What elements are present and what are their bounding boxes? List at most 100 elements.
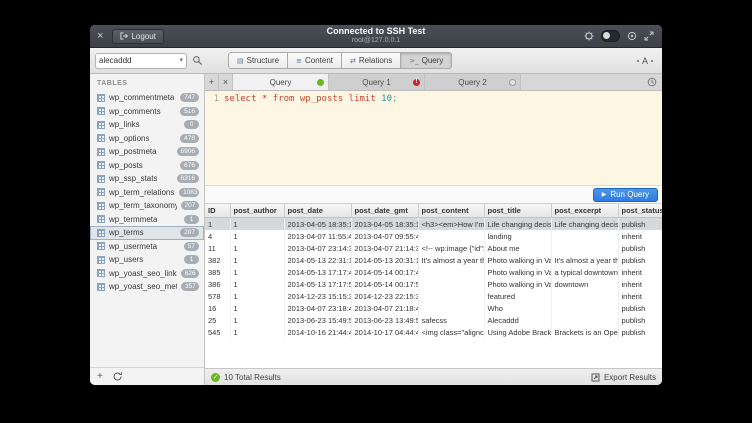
history-icon[interactable] bbox=[647, 77, 657, 87]
table-cell[interactable] bbox=[551, 302, 618, 314]
table-cell[interactable]: 1 bbox=[230, 314, 284, 326]
sidebar-item-wp_terms[interactable]: wp_terms207 bbox=[90, 226, 204, 240]
close-tab-button[interactable]: × bbox=[219, 74, 233, 90]
table-cell[interactable]: 1 bbox=[230, 242, 284, 254]
sidebar-item-wp_yoast_seo_meta[interactable]: wp_yoast_seo_meta357 bbox=[90, 280, 204, 294]
tab-query[interactable]: Query bbox=[233, 74, 329, 90]
column-header-post_content[interactable]: post_content bbox=[418, 204, 484, 218]
table-cell[interactable] bbox=[418, 278, 484, 290]
table-cell[interactable]: 2013-04-07 23:14:30+0 bbox=[284, 242, 351, 254]
table-cell[interactable]: Life changing decisions bbox=[484, 218, 551, 231]
table-cell[interactable]: Using Adobe Brackets as bbox=[484, 326, 551, 338]
table-cell[interactable]: 2013-04-07 11:55:42+0 bbox=[284, 230, 351, 242]
sidebar-item-wp_postmeta[interactable]: wp_postmeta6906 bbox=[90, 145, 204, 159]
font-size-control[interactable]: A bbox=[637, 56, 653, 66]
table-cell[interactable]: 2014-12-23 22:15:30+0 bbox=[351, 290, 418, 302]
table-cell[interactable]: 2014-05-14 00:17:54+0 bbox=[351, 278, 418, 290]
table-cell[interactable] bbox=[551, 242, 618, 254]
table-cell[interactable]: 16 bbox=[205, 302, 230, 314]
table-cell[interactable]: Who bbox=[484, 302, 551, 314]
table-cell[interactable]: 4 bbox=[205, 230, 230, 242]
table-cell[interactable]: publish bbox=[618, 218, 662, 231]
view-button-relations[interactable]: ⇄Relations bbox=[341, 52, 401, 69]
table-cell[interactable]: It's almost a year that I m bbox=[551, 254, 618, 266]
table-cell[interactable]: 2014-05-13 17:17:54+0 bbox=[284, 278, 351, 290]
table-row[interactable]: 1612013-04-07 23:18:43+02013-04-07 21:18… bbox=[205, 302, 662, 314]
table-row[interactable]: 412013-04-07 11:55:42+02013-04-07 09:55:… bbox=[205, 230, 662, 242]
sidebar-item-wp_posts[interactable]: wp_posts676 bbox=[90, 159, 204, 173]
table-cell[interactable]: It's almost a year that I sn bbox=[418, 254, 484, 266]
table-cell[interactable]: 1 bbox=[230, 218, 284, 231]
sidebar-item-wp_links[interactable]: wp_links0 bbox=[90, 118, 204, 132]
table-row[interactable]: 112013-04-05 18:35:17+02013-04-05 18:35:… bbox=[205, 218, 662, 231]
sidebar-item-wp_term_relationships[interactable]: wp_term_relationships1083 bbox=[90, 186, 204, 200]
table-cell[interactable]: 2014-12-23 15:15:30+0 bbox=[284, 290, 351, 302]
table-cell[interactable] bbox=[551, 314, 618, 326]
sidebar-item-wp_yoast_seo_links[interactable]: wp_yoast_seo_links626 bbox=[90, 267, 204, 281]
table-row[interactable]: 54512014-10-16 21:44:41+02014-10-17 04:4… bbox=[205, 326, 662, 338]
table-cell[interactable]: 1 bbox=[230, 302, 284, 314]
table-cell[interactable]: publish bbox=[618, 242, 662, 254]
table-cell[interactable]: 2014-05-13 20:31:18+0 bbox=[351, 254, 418, 266]
table-cell[interactable]: 386 bbox=[205, 278, 230, 290]
table-cell[interactable]: 2013-04-07 09:55:42+0 bbox=[351, 230, 418, 242]
table-cell[interactable]: Photo walking in Vancouv bbox=[484, 278, 551, 290]
table-cell[interactable]: publish bbox=[618, 326, 662, 338]
table-cell[interactable] bbox=[418, 230, 484, 242]
tab-query-1[interactable]: Query 1! bbox=[329, 74, 425, 90]
table-cell[interactable]: 2014-05-14 00:17:46+0 bbox=[351, 266, 418, 278]
sidebar-item-wp_comments[interactable]: wp_comments516 bbox=[90, 105, 204, 119]
table-cell[interactable]: featured bbox=[484, 290, 551, 302]
table-cell[interactable]: 1 bbox=[230, 326, 284, 338]
view-button-query[interactable]: >_Query bbox=[400, 52, 452, 69]
table-cell[interactable]: downtown bbox=[551, 278, 618, 290]
table-cell[interactable]: Photo walking in Vancouv bbox=[484, 266, 551, 278]
table-cell[interactable]: Alecaddd bbox=[484, 314, 551, 326]
logout-button[interactable]: Logout bbox=[112, 29, 163, 44]
table-cell[interactable]: 1 bbox=[230, 254, 284, 266]
table-cell[interactable]: 2013-04-05 18:35:17+0 bbox=[351, 218, 418, 231]
table-cell[interactable]: 2014-10-17 04:44:41+0 bbox=[351, 326, 418, 338]
table-cell[interactable] bbox=[418, 266, 484, 278]
table-cell[interactable]: 25 bbox=[205, 314, 230, 326]
query-editor[interactable]: 1 select * from wp_posts limit 10; bbox=[205, 91, 662, 185]
table-cell[interactable]: publish bbox=[618, 302, 662, 314]
table-cell[interactable]: <h3><em>How I'm going bbox=[418, 218, 484, 231]
export-results-button[interactable]: Export Results bbox=[591, 373, 656, 382]
table-cell[interactable]: 1 bbox=[230, 230, 284, 242]
sidebar-item-wp_users[interactable]: wp_users1 bbox=[90, 253, 204, 267]
column-header-id[interactable]: ID bbox=[205, 204, 230, 218]
table-cell[interactable]: <img class="aligncenter s bbox=[418, 326, 484, 338]
table-row[interactable]: 38512014-05-13 17:17:46+02014-05-14 00:1… bbox=[205, 266, 662, 278]
column-header-post_author[interactable]: post_author bbox=[230, 204, 284, 218]
table-cell[interactable]: 2013-06-23 15:49:53+0 bbox=[284, 314, 351, 326]
view-button-content[interactable]: ≡Content bbox=[287, 52, 342, 69]
table-cell[interactable]: 2014-10-16 21:44:41+0 bbox=[284, 326, 351, 338]
run-query-button[interactable]: ▶ Run Query bbox=[593, 188, 658, 202]
close-button[interactable]: × bbox=[97, 31, 103, 42]
table-cell[interactable]: inherit bbox=[618, 266, 662, 278]
column-header-post_date[interactable]: post_date bbox=[284, 204, 351, 218]
table-cell[interactable] bbox=[418, 302, 484, 314]
table-cell[interactable]: 1 bbox=[230, 290, 284, 302]
table-cell[interactable]: 2014-05-13 17:17:46+0 bbox=[284, 266, 351, 278]
sidebar-item-wp_usermeta[interactable]: wp_usermeta57 bbox=[90, 240, 204, 254]
theme-toggle[interactable] bbox=[601, 30, 620, 42]
table-cell[interactable]: inherit bbox=[618, 278, 662, 290]
table-cell[interactable]: a typical downtown goose bbox=[551, 266, 618, 278]
table-row[interactable]: 38612014-05-13 17:17:54+02014-05-14 00:1… bbox=[205, 278, 662, 290]
sidebar-item-wp_ssp_stats[interactable]: wp_ssp_stats6316 bbox=[90, 172, 204, 186]
sidebar-item-wp_options[interactable]: wp_options478 bbox=[90, 132, 204, 146]
new-tab-button[interactable]: + bbox=[205, 74, 219, 90]
fullscreen-icon[interactable] bbox=[644, 31, 654, 41]
column-header-post_excerpt[interactable]: post_excerpt bbox=[551, 204, 618, 218]
table-cell[interactable]: 1 bbox=[230, 266, 284, 278]
table-cell[interactable]: safecss bbox=[418, 314, 484, 326]
table-cell[interactable] bbox=[551, 290, 618, 302]
table-cell[interactable]: Brackets is an Open Sourc bbox=[551, 326, 618, 338]
table-cell[interactable]: 385 bbox=[205, 266, 230, 278]
table-cell[interactable]: 382 bbox=[205, 254, 230, 266]
gear-icon[interactable] bbox=[584, 31, 594, 41]
tab-query-2[interactable]: Query 2 bbox=[425, 74, 521, 90]
add-icon[interactable]: + bbox=[97, 372, 103, 382]
